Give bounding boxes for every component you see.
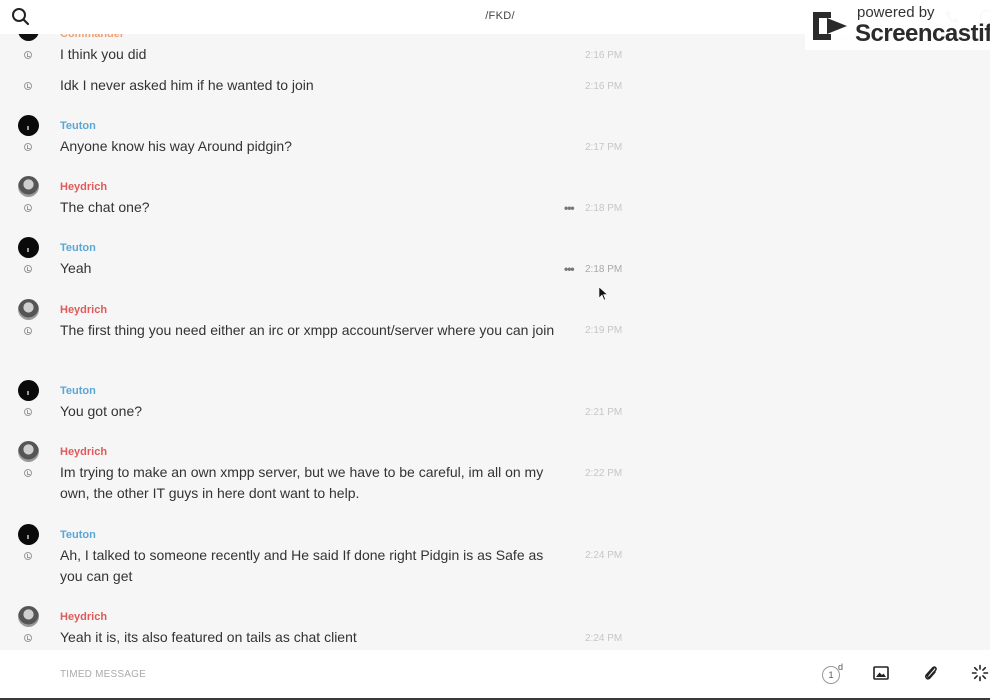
message-text: I think you did xyxy=(60,46,147,62)
message-text: Yeah xyxy=(60,260,92,276)
clock-icon xyxy=(24,51,32,59)
clock-icon xyxy=(24,408,32,416)
paperclip-icon[interactable] xyxy=(922,664,940,682)
clock-icon xyxy=(24,327,32,335)
search-icon xyxy=(12,8,30,26)
clock-icon xyxy=(24,82,32,90)
clock-icon xyxy=(24,634,32,642)
avatar[interactable] xyxy=(18,380,39,401)
message-text: Im trying to make an own xmpp server, bu… xyxy=(60,464,544,501)
search-button[interactable] xyxy=(10,6,32,28)
message-time: 2:22 PM xyxy=(585,468,623,479)
author-name[interactable]: Teuton xyxy=(60,242,96,254)
image-icon[interactable] xyxy=(873,665,889,681)
author-name[interactable]: Heydrich xyxy=(60,611,107,623)
message-row[interactable]: Heydrich Yeah it is, its also featured on… xyxy=(0,34,640,645)
more-dots-icon[interactable]: ••• xyxy=(564,201,575,215)
avatar[interactable] xyxy=(18,34,39,41)
composer-bar: 1 d xyxy=(0,650,990,698)
message-text: The chat one? xyxy=(60,199,150,215)
author-name[interactable]: Heydrich xyxy=(60,181,107,193)
avatar[interactable] xyxy=(18,524,39,545)
timer-unit: d xyxy=(838,662,844,672)
clock-icon xyxy=(24,265,32,273)
clock-icon xyxy=(24,143,32,151)
avatar[interactable] xyxy=(18,606,39,627)
more-dots-icon[interactable]: ••• xyxy=(564,262,575,276)
message-time: 2:19 PM xyxy=(585,325,623,336)
message-time: 2:18 PM xyxy=(585,203,623,214)
avatar[interactable] xyxy=(18,176,39,197)
message-text: Yeah it is, its also featured on tails a… xyxy=(60,629,357,645)
author-name[interactable]: Heydrich xyxy=(60,446,107,458)
avatar[interactable] xyxy=(18,299,39,320)
clock-icon xyxy=(24,552,32,560)
spinner-icon[interactable] xyxy=(971,664,989,682)
message-time: 2:24 PM xyxy=(585,550,623,561)
message-text: Idk I never asked him if he wanted to jo… xyxy=(60,77,314,93)
author-name[interactable]: Teuton xyxy=(60,385,96,397)
timed-message-input[interactable] xyxy=(60,664,760,684)
avatar[interactable] xyxy=(18,237,39,258)
message-time: 2:21 PM xyxy=(585,407,623,418)
clock-icon xyxy=(24,469,32,477)
message-time: 2:17 PM xyxy=(585,142,623,153)
message-text: You got one? xyxy=(60,403,143,419)
message-text: Ah, I talked to someone recently and He … xyxy=(60,547,544,584)
author-name[interactable]: Teuton xyxy=(60,529,96,541)
message-list: Commander I think you did 2:16 PM Idk I nev… xyxy=(0,34,990,648)
avatar[interactable] xyxy=(18,441,39,462)
author-name[interactable]: Heydrich xyxy=(60,304,107,316)
author-name[interactable]: Teuton xyxy=(60,120,96,132)
chat-title: /FKD/ xyxy=(485,10,515,22)
message-time: 2:16 PM xyxy=(585,50,623,61)
avatar[interactable] xyxy=(18,115,39,136)
message-time: 2:18 PM xyxy=(585,264,623,275)
message-time: 2:16 PM xyxy=(585,81,623,92)
message-text: The first thing you need either an irc o… xyxy=(60,322,555,338)
message-text: Anyone know his way Around pidgin? xyxy=(60,138,292,154)
mouse-cursor-icon xyxy=(599,287,609,301)
message-time: 2:24 PM xyxy=(585,633,623,644)
clock-icon xyxy=(24,204,32,212)
watermark-powered-by: powered by xyxy=(857,4,935,21)
